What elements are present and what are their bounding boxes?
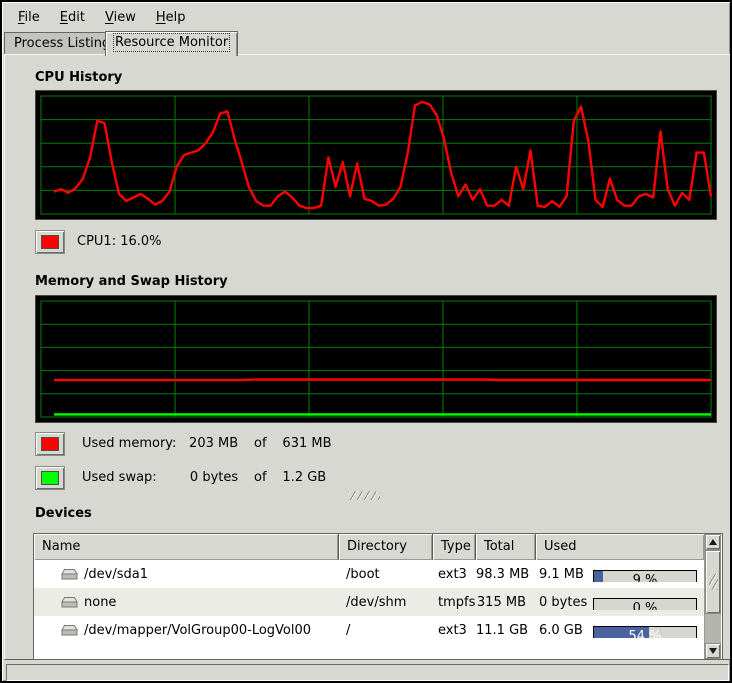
scrollbar-trough[interactable] (705, 614, 721, 643)
device-used: 0 bytes (539, 595, 587, 610)
menu-view[interactable]: View (95, 7, 146, 28)
vertical-scrollbar[interactable] (704, 534, 721, 659)
usage-progress-bar: 0 % (593, 598, 697, 610)
usage-percent-label: 0 % (594, 599, 696, 610)
device-row-sda1[interactable]: /dev/sda1 /boot ext3 98.3 MB 9.1 MB 9 % (34, 560, 704, 588)
device-row-logvol00[interactable]: /dev/mapper/VolGroup00-LogVol00 / ext3 1… (34, 616, 704, 644)
memory-swap-chart (36, 296, 716, 422)
device-directory: / (339, 623, 433, 638)
used-swap-color-chip (41, 471, 59, 485)
used-swap-of: of (242, 466, 278, 490)
device-total: 98.3 MB (476, 567, 536, 582)
device-name: /dev/mapper/VolGroup00-LogVol00 (84, 623, 311, 638)
cpu-history-chart (36, 91, 716, 219)
column-header-used[interactable]: Used (536, 534, 704, 560)
device-used: 6.0 GB (539, 623, 583, 638)
used-memory-color-button[interactable] (35, 432, 65, 456)
device-used: 9.1 MB (539, 567, 584, 582)
cpu-history-graph (35, 90, 717, 220)
cpu1-legend-label: CPU1: 16.0% (77, 230, 162, 254)
usage-progress-bar: 54 % (593, 626, 697, 638)
devices-title: Devices (35, 506, 92, 521)
menu-edit[interactable]: Edit (50, 7, 95, 28)
device-row-none[interactable]: none /dev/shm tmpfs 315 MB 0 bytes 0 % (34, 588, 704, 616)
used-swap-label: Used swap: (82, 466, 179, 490)
device-type: tmpfs (433, 595, 476, 610)
column-header-name[interactable]: Name (34, 534, 339, 560)
system-monitor-window: File Edit View Help Process Listing Reso… (0, 0, 732, 683)
column-header-total[interactable]: Total (476, 534, 536, 560)
arrow-down-icon (709, 648, 717, 654)
used-swap-total: 1.2 GB (282, 470, 326, 485)
cpu1-color-button[interactable] (35, 230, 65, 254)
memory-swap-title: Memory and Swap History (35, 274, 228, 289)
used-memory-of: of (242, 432, 278, 456)
device-total: 315 MB (476, 595, 536, 610)
scroll-down-button[interactable] (705, 643, 721, 659)
used-memory-value: 203 MB (183, 432, 238, 456)
device-directory: /boot (339, 567, 433, 582)
device-total: 11.1 GB (476, 623, 536, 638)
status-bar (6, 664, 729, 681)
used-memory-total: 631 MB (282, 436, 331, 451)
used-memory-legend: Used memory: 203 MB of 631 MB (82, 432, 332, 456)
used-swap-color-button[interactable] (35, 466, 65, 490)
tab-process-listing[interactable]: Process Listing (4, 32, 120, 55)
column-header-directory[interactable]: Directory (339, 534, 433, 560)
device-type: ext3 (433, 623, 476, 638)
device-type: ext3 (433, 567, 476, 582)
column-header-type[interactable]: Type (433, 534, 476, 560)
menubar: File Edit View Help (4, 4, 728, 30)
devices-table-body: Name Directory Type Total Used /dev/sda1… (34, 534, 704, 659)
usage-progress-bar: 9 % (593, 570, 697, 582)
usage-percent-label: 9 % (594, 571, 696, 582)
tab-resource-monitor[interactable]: Resource Monitor (105, 31, 238, 56)
scroll-up-button[interactable] (705, 534, 721, 550)
thumb-grip-icon (709, 574, 718, 590)
cpu-history-title: CPU History (35, 70, 122, 85)
disk-icon (61, 568, 78, 581)
disk-icon (61, 596, 78, 609)
device-directory: /dev/shm (339, 595, 433, 610)
device-name: none (84, 595, 116, 610)
menu-file[interactable]: File (8, 7, 50, 28)
devices-table-header: Name Directory Type Total Used (34, 534, 704, 560)
devices-table: Name Directory Type Total Used /dev/sda1… (33, 533, 723, 660)
memory-swap-graph (35, 295, 717, 423)
used-swap-value: 0 bytes (183, 466, 238, 490)
disk-icon (61, 624, 78, 637)
menu-help[interactable]: Help (146, 7, 196, 28)
usage-percent-label: 54 % (594, 627, 696, 638)
device-name: /dev/sda1 (84, 567, 148, 582)
used-memory-color-chip (41, 437, 59, 451)
used-memory-label: Used memory: (82, 432, 179, 456)
scrollbar-thumb[interactable] (705, 550, 721, 614)
used-swap-legend: Used swap: 0 bytes of 1.2 GB (82, 466, 326, 490)
cpu1-color-chip (41, 235, 59, 249)
table-empty-space (34, 644, 704, 659)
pane-resize-grip[interactable] (348, 491, 380, 500)
arrow-up-icon (709, 539, 717, 545)
